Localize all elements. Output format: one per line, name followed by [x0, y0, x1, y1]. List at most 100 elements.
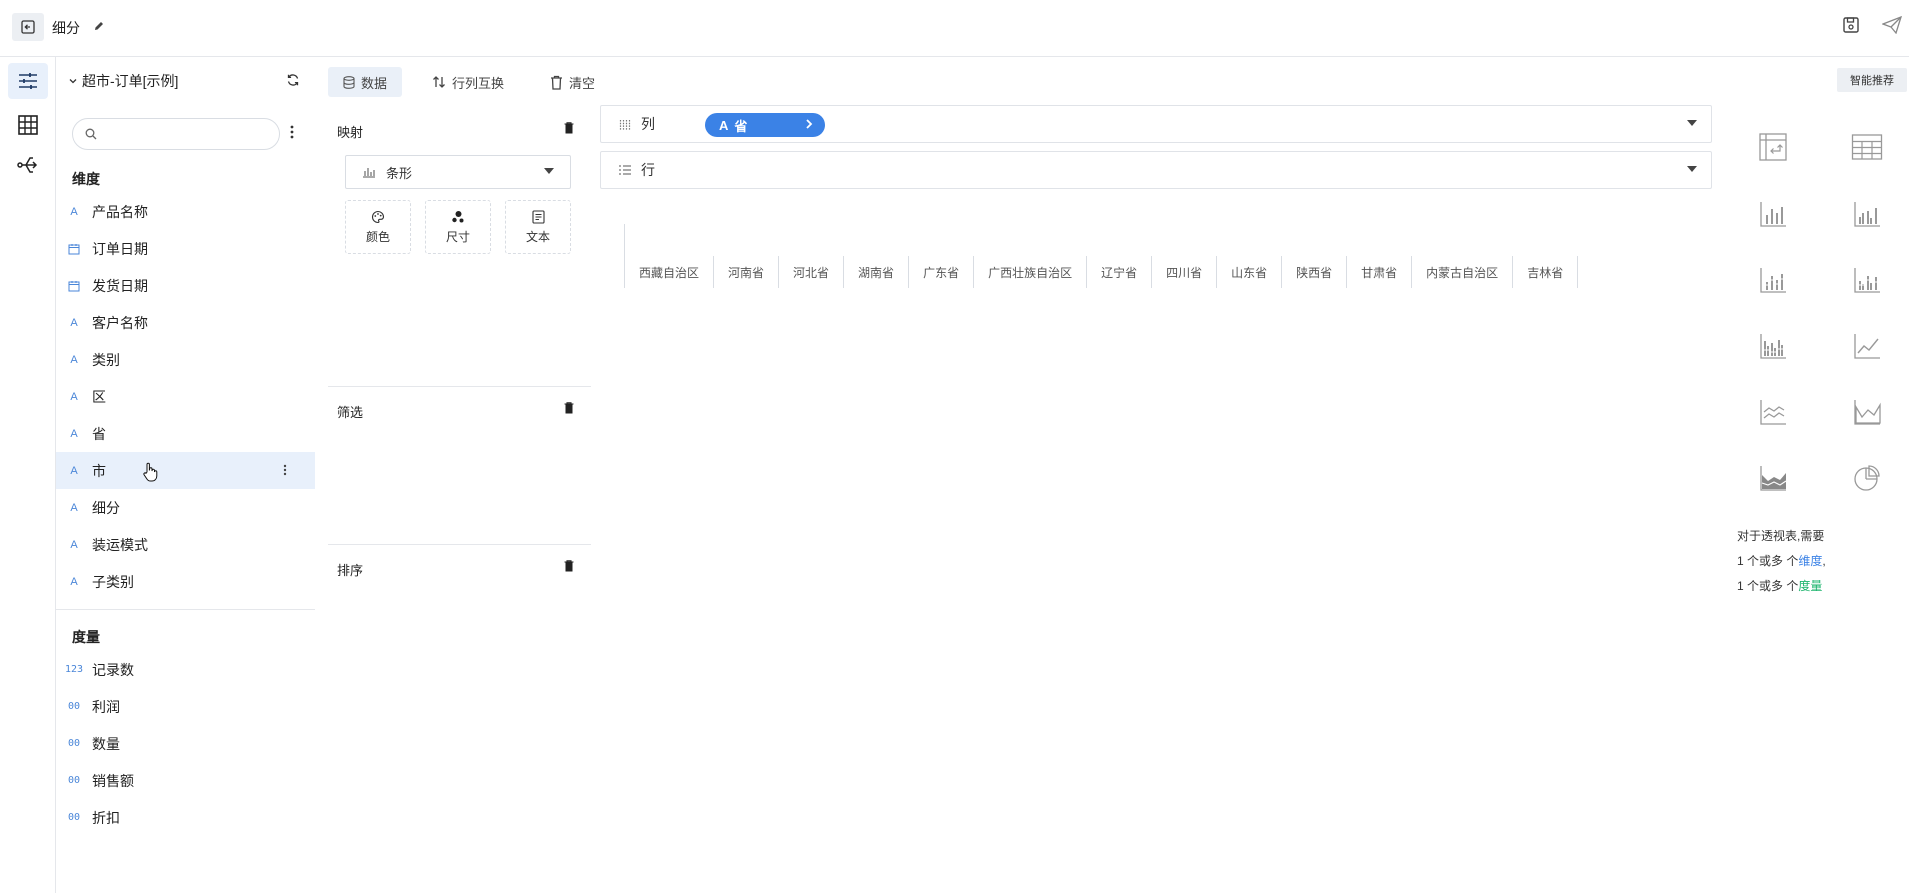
measure-field[interactable]: 123 记录数 — [56, 651, 315, 688]
caret-down-icon[interactable] — [1687, 166, 1697, 172]
divider — [328, 386, 591, 387]
columns-shelf[interactable]: 列 A 省 — [600, 105, 1712, 143]
field-type-icon — [56, 280, 92, 292]
dimension-field[interactable]: A市 — [56, 452, 315, 489]
rail-table-button[interactable] — [8, 107, 48, 143]
sort-title: 排序 — [337, 563, 364, 578]
field-label: 订单日期 — [92, 240, 148, 257]
map-size-button[interactable]: 尺寸 — [425, 200, 491, 254]
dimension-field[interactable]: A 细分 — [56, 489, 315, 526]
swap-icon — [433, 76, 445, 88]
pivot-header-cell: 西藏自治区 — [625, 256, 715, 288]
field-type-icon: 00 — [67, 701, 81, 712]
bar-chart-icon — [1760, 202, 1786, 227]
back-icon — [21, 20, 35, 34]
chart-type-value: 条形 — [386, 165, 413, 181]
publish-icon[interactable] — [1882, 16, 1902, 34]
dimension-field[interactable]: A 产品名称 — [56, 193, 315, 230]
field-label: 利润 — [92, 698, 120, 715]
chart-type-pivot-table[interactable] — [1755, 129, 1791, 165]
measure-field[interactable]: 00 利润 — [56, 688, 315, 725]
measure-field[interactable]: 00 销售额 — [56, 762, 315, 799]
dimension-field[interactable]: A 装运模式 — [56, 526, 315, 563]
clear-button[interactable]: 清空 — [550, 67, 595, 97]
chart-type-grouped-bar[interactable] — [1849, 196, 1885, 232]
chart-requirement-hint: 对于透视表,需要 1 个或多 个维度, 1 个或多 个度量 — [1737, 524, 1826, 599]
dimension-field[interactable]: 订单日期 — [56, 230, 315, 267]
chart-type-multi-line[interactable] — [1755, 394, 1791, 430]
top-bar: 细分 — [0, 0, 1909, 57]
field-type-icon: A — [70, 501, 78, 514]
sliders-icon — [19, 73, 37, 89]
more-options-icon[interactable] — [290, 125, 294, 139]
swap-rows-columns-button[interactable]: 行列互换 — [432, 67, 504, 97]
rows-label: 行 — [641, 162, 655, 178]
clear-mapping-icon[interactable] — [564, 122, 574, 134]
field-label: 客户名称 — [92, 314, 148, 331]
pivot-header-cell: 吉林省 — [1513, 256, 1579, 288]
field-type-icon: 00 — [67, 738, 81, 749]
field-more-icon[interactable] — [283, 464, 287, 476]
field-search[interactable] — [72, 118, 280, 150]
caret-down-icon[interactable] — [1687, 120, 1697, 126]
dimension-field[interactable]: A省 — [56, 415, 315, 452]
table-icon — [1851, 134, 1883, 160]
field-type-icon: A — [70, 427, 78, 440]
dimension-field[interactable]: A 客户名称 — [56, 304, 315, 341]
field-label: 折扣 — [92, 809, 120, 826]
field-label: 记录数 — [92, 661, 134, 678]
hint-dimension-term: 维度 — [1798, 554, 1823, 568]
chart-type-percent-bar[interactable] — [1849, 262, 1885, 298]
refresh-icon[interactable] — [286, 73, 300, 87]
stacked-bar-icon — [1760, 268, 1786, 293]
clear-filter-icon[interactable] — [564, 402, 574, 414]
map-color-button[interactable]: 颜色 — [345, 200, 411, 254]
dimension-field[interactable]: A区 — [56, 378, 315, 415]
edit-title-icon[interactable] — [93, 20, 105, 32]
dimension-field[interactable]: A 类别 — [56, 341, 315, 378]
pill-label: 省 — [734, 118, 748, 134]
rows-shelf[interactable]: 行 — [600, 151, 1712, 189]
dimension-field[interactable]: A 子类别 — [56, 563, 315, 600]
measures-title: 度量 — [72, 629, 100, 645]
chart-type-select[interactable]: 条形 — [345, 155, 571, 189]
field-type-icon: A — [70, 538, 78, 551]
chevron-right-icon[interactable] — [805, 118, 813, 130]
pie-chart-icon — [1854, 465, 1880, 491]
dataset-selector[interactable]: 超市-订单[示例] — [68, 69, 308, 93]
rail-analysis-button[interactable] — [8, 63, 48, 99]
clear-sort-icon[interactable] — [564, 560, 574, 572]
chart-type-bar[interactable] — [1755, 196, 1791, 232]
divider — [328, 544, 591, 545]
pivot-header-cell: 广西壮族自治区 — [974, 256, 1088, 288]
chart-type-line[interactable] — [1849, 328, 1885, 364]
smart-recommend-button[interactable]: 智能推荐 — [1837, 68, 1907, 92]
measure-field[interactable]: 00 数量 — [56, 725, 315, 762]
rail-flow-button[interactable] — [8, 147, 48, 183]
dimension-field[interactable]: 发货日期 — [56, 267, 315, 304]
back-button[interactable] — [12, 13, 44, 41]
chart-type-stacked-bar[interactable] — [1755, 262, 1791, 298]
search-icon — [85, 128, 97, 140]
tab-data[interactable]: 数据 — [328, 67, 402, 97]
field-label: 销售额 — [92, 772, 134, 789]
map-text-button[interactable]: 文本 — [505, 200, 571, 254]
hint-line-2: 1 个或多 个维度, — [1737, 554, 1826, 568]
chart-type-pie[interactable] — [1849, 460, 1885, 496]
chart-type-stacked-area[interactable] — [1755, 460, 1791, 496]
columns-icon — [619, 120, 631, 130]
calendar-icon — [68, 280, 80, 291]
field-type-icon: A — [70, 316, 78, 329]
measure-field[interactable]: 00 折扣 — [56, 799, 315, 836]
save-icon[interactable] — [1842, 16, 1860, 34]
percent-bar-icon — [1854, 268, 1880, 293]
field-type-icon: A — [70, 575, 78, 588]
column-field-pill[interactable]: A 省 — [705, 113, 825, 137]
hint-line-3: 1 个或多 个度量 — [1737, 579, 1823, 593]
search-input[interactable] — [103, 125, 273, 143]
field-panel: 超市-订单[示例] 维度 A 产品名称 订单日期 发货日期 A 客户名称 A 类别 A 区 A 省 A 市… — [56, 57, 315, 893]
chart-type-area[interactable] — [1849, 394, 1885, 430]
bar-chart-icon — [363, 168, 375, 178]
chart-type-table[interactable] — [1849, 129, 1885, 165]
chart-type-multi-bar[interactable] — [1755, 328, 1791, 364]
